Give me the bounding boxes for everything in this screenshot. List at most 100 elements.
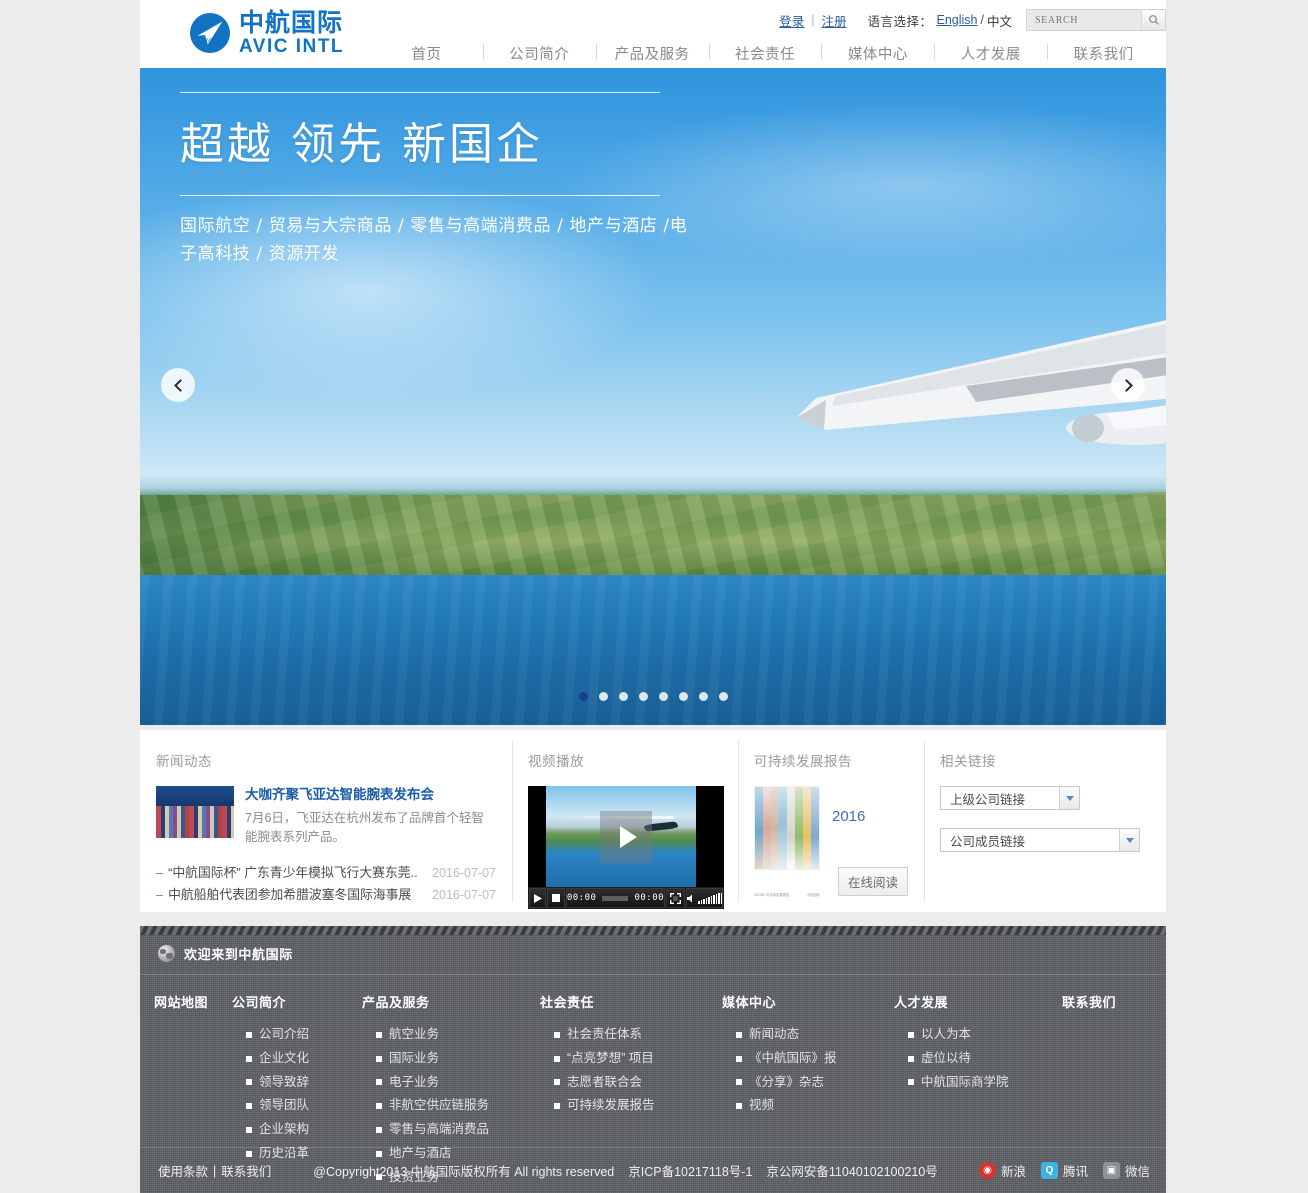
news-featured-item[interactable]: 大咖齐聚飞亚达智能腕表发布会 7月6日，飞亚达在杭州发布了品牌首个轻智能腕表系列… bbox=[156, 786, 496, 848]
icp-number[interactable]: 京ICP备10217118号-1 bbox=[628, 1161, 752, 1180]
logo-chinese-text: 中航国际 bbox=[239, 8, 344, 37]
nav-item-about[interactable]: 公司简介 bbox=[482, 43, 596, 64]
carousel-dot-2[interactable] bbox=[598, 692, 608, 701]
sitemap-item-label: 领导致辞 bbox=[259, 1074, 310, 1089]
sitemap-item[interactable]: 《中航国际》报 bbox=[736, 1047, 894, 1071]
video-fullscreen-button[interactable] bbox=[666, 888, 685, 908]
carousel-dot-8[interactable] bbox=[718, 692, 728, 701]
nav-item-home[interactable]: 首页 bbox=[370, 43, 483, 64]
report-read-online-button[interactable]: 在线阅读 bbox=[837, 867, 908, 896]
sitemap-item[interactable]: 非航空供应链服务 bbox=[376, 1094, 540, 1118]
carousel-dot-6[interactable] bbox=[678, 692, 688, 701]
news-item-title[interactable]: 中航船舶代表团参加希腊波塞冬国际海事展 bbox=[168, 884, 424, 906]
report-cover-strips bbox=[755, 787, 819, 869]
sitemap-item[interactable]: 企业文化 bbox=[246, 1047, 362, 1071]
search-box[interactable] bbox=[1026, 9, 1166, 31]
sitemap-item[interactable]: 航空业务 bbox=[376, 1023, 540, 1047]
video-stop-button[interactable] bbox=[547, 888, 565, 908]
social-link-wechat[interactable]: ▣ 微信 bbox=[1102, 1161, 1150, 1180]
login-link[interactable]: 登录 bbox=[772, 11, 811, 30]
sitemap-item[interactable]: 公司介绍 bbox=[246, 1023, 362, 1047]
video-play-overlay-button[interactable] bbox=[600, 810, 652, 863]
site-footer: 欢迎来到中航国际 网站地图 公司简介 公司介绍 企业文化 领导致辞 领导团队 企… bbox=[140, 926, 1166, 1193]
member-company-links-select[interactable]: 公司成员链接 bbox=[940, 828, 1140, 852]
report-cover-image[interactable] bbox=[754, 786, 820, 870]
sitemap-item-label: “点亮梦想” 项目 bbox=[567, 1050, 654, 1065]
video-timeline[interactable]: 00:00 00:00 bbox=[565, 888, 666, 908]
bullet-icon bbox=[246, 1079, 252, 1086]
carousel-dot-7[interactable] bbox=[698, 692, 708, 701]
site-header: 登录 | 注册 语言选择： English / 中文 SEARCH AVIC 中… bbox=[140, 0, 1166, 68]
carousel-dot-5[interactable] bbox=[658, 692, 668, 701]
social-link-qq[interactable]: Q 腾讯 bbox=[1040, 1161, 1088, 1180]
social-link-weibo[interactable]: ◉ 新浪 bbox=[978, 1161, 1026, 1180]
carousel-prev-button[interactable] bbox=[161, 368, 195, 402]
qq-icon: Q bbox=[1040, 1162, 1058, 1179]
carousel-next-button[interactable] bbox=[1111, 368, 1145, 402]
police-record-number[interactable]: 京公网安备11040102100210号 bbox=[766, 1161, 937, 1180]
sitemap-item[interactable]: 新闻动态 bbox=[736, 1023, 894, 1047]
sitemap-item[interactable]: 以人为本 bbox=[908, 1023, 1062, 1047]
sitemap-item[interactable]: 领导致辞 bbox=[246, 1071, 362, 1095]
parent-company-links-select[interactable]: 上级公司链接 bbox=[940, 786, 1080, 810]
video-frame[interactable] bbox=[528, 786, 724, 887]
sitemap-item-label: 《分享》杂志 bbox=[749, 1074, 825, 1089]
news-item-title[interactable]: “中航国际杯” 广东青少年模拟飞行大赛东莞.. bbox=[168, 862, 424, 884]
search-input[interactable] bbox=[1027, 10, 1137, 30]
search-button[interactable] bbox=[1141, 10, 1165, 30]
sitemap-item[interactable]: 电子业务 bbox=[376, 1071, 540, 1095]
svg-text:AVIC: AVIC bbox=[204, 38, 216, 44]
carousel-dot-3[interactable] bbox=[618, 692, 628, 701]
nav-item-csr[interactable]: 社会责任 bbox=[708, 43, 822, 64]
sitemap-item[interactable]: 中航国际商学院 bbox=[908, 1071, 1062, 1095]
sitemap-item[interactable]: 可持续发展报告 bbox=[554, 1094, 722, 1118]
news-panel: 新闻动态 大咖齐聚飞亚达智能腕表发布会 7月6日，飞亚达在杭州发布了品牌首个轻智… bbox=[140, 730, 512, 912]
sitemap-item[interactable]: 零售与高端消费品 bbox=[376, 1118, 540, 1142]
social-label-weibo: 新浪 bbox=[1000, 1165, 1026, 1179]
site-logo[interactable]: AVIC 中航国际 AVIC INTL bbox=[188, 10, 344, 56]
hero-carousel: 超越 领先 新国企 国际航空 / 贸易与大宗商品 / 零售与高端消费品 / 地产… bbox=[140, 68, 1166, 725]
chevron-down-icon[interactable] bbox=[1119, 829, 1139, 851]
news-item-date: 2016-07-07 bbox=[432, 865, 496, 880]
sitemap-item[interactable]: 国际业务 bbox=[376, 1047, 540, 1071]
carousel-dot-4[interactable] bbox=[638, 692, 648, 701]
news-list-item[interactable]: – 中航船舶代表团参加希腊波塞冬国际海事展 2016-07-07 bbox=[156, 884, 496, 907]
news-featured-headline[interactable]: 大咖齐聚飞亚达智能腕表发布会 bbox=[245, 786, 496, 805]
bullet-icon bbox=[554, 1055, 560, 1062]
terms-link[interactable]: 使用条款 bbox=[158, 1161, 208, 1180]
sitemap-item[interactable]: 视频 bbox=[736, 1094, 894, 1118]
sitemap-item[interactable]: 《分享》杂志 bbox=[736, 1071, 894, 1095]
chevron-left-icon bbox=[173, 378, 187, 392]
sitemap-item[interactable]: 虚位以待 bbox=[908, 1047, 1062, 1071]
nav-item-products[interactable]: 产品及服务 bbox=[595, 43, 709, 64]
language-english-link[interactable]: English bbox=[937, 13, 978, 27]
avic-logo-icon: AVIC bbox=[190, 13, 230, 53]
nav-item-careers[interactable]: 人才发展 bbox=[934, 43, 1047, 64]
chevron-down-icon[interactable] bbox=[1059, 787, 1079, 809]
sitemap-item-label: 可持续发展报告 bbox=[567, 1098, 655, 1113]
video-volume-control[interactable] bbox=[686, 888, 723, 908]
sitemap-heading-contact[interactable]: 联系我们 bbox=[1062, 992, 1152, 1011]
footer-divider bbox=[140, 974, 1166, 975]
sitemap-item[interactable]: 社会责任体系 bbox=[554, 1023, 722, 1047]
sitemap-heading-about: 公司简介 bbox=[232, 995, 287, 1010]
language-chinese-link[interactable]: 中文 bbox=[987, 11, 1012, 30]
bullet-icon bbox=[554, 1031, 560, 1038]
nav-item-media[interactable]: 媒体中心 bbox=[821, 43, 934, 64]
sitemap-item[interactable]: “点亮梦想” 项目 bbox=[554, 1047, 722, 1071]
video-player[interactable]: 00:00 00:00 bbox=[528, 786, 724, 909]
sitemap-item[interactable]: 企业架构 bbox=[246, 1118, 362, 1142]
video-play-button[interactable] bbox=[529, 888, 547, 908]
news-thumbnail-image bbox=[156, 786, 234, 838]
bullet-icon bbox=[736, 1079, 742, 1086]
video-control-bar: 00:00 00:00 bbox=[528, 887, 724, 909]
nav-item-contact[interactable]: 联系我们 bbox=[1047, 43, 1160, 64]
footer-top-stripe bbox=[140, 926, 1166, 935]
news-list-item[interactable]: – “中航国际杯” 广东青少年模拟飞行大赛东莞.. 2016-07-07 bbox=[156, 862, 496, 885]
sitemap-item[interactable]: 志愿者联合会 bbox=[554, 1071, 722, 1095]
sitemap-item[interactable]: 领导团队 bbox=[246, 1094, 362, 1118]
contact-link[interactable]: 联系我们 bbox=[221, 1161, 271, 1180]
register-link[interactable]: 注册 bbox=[814, 11, 853, 30]
carousel-dot-1[interactable] bbox=[578, 692, 588, 701]
video-progress-bar[interactable] bbox=[602, 895, 629, 901]
